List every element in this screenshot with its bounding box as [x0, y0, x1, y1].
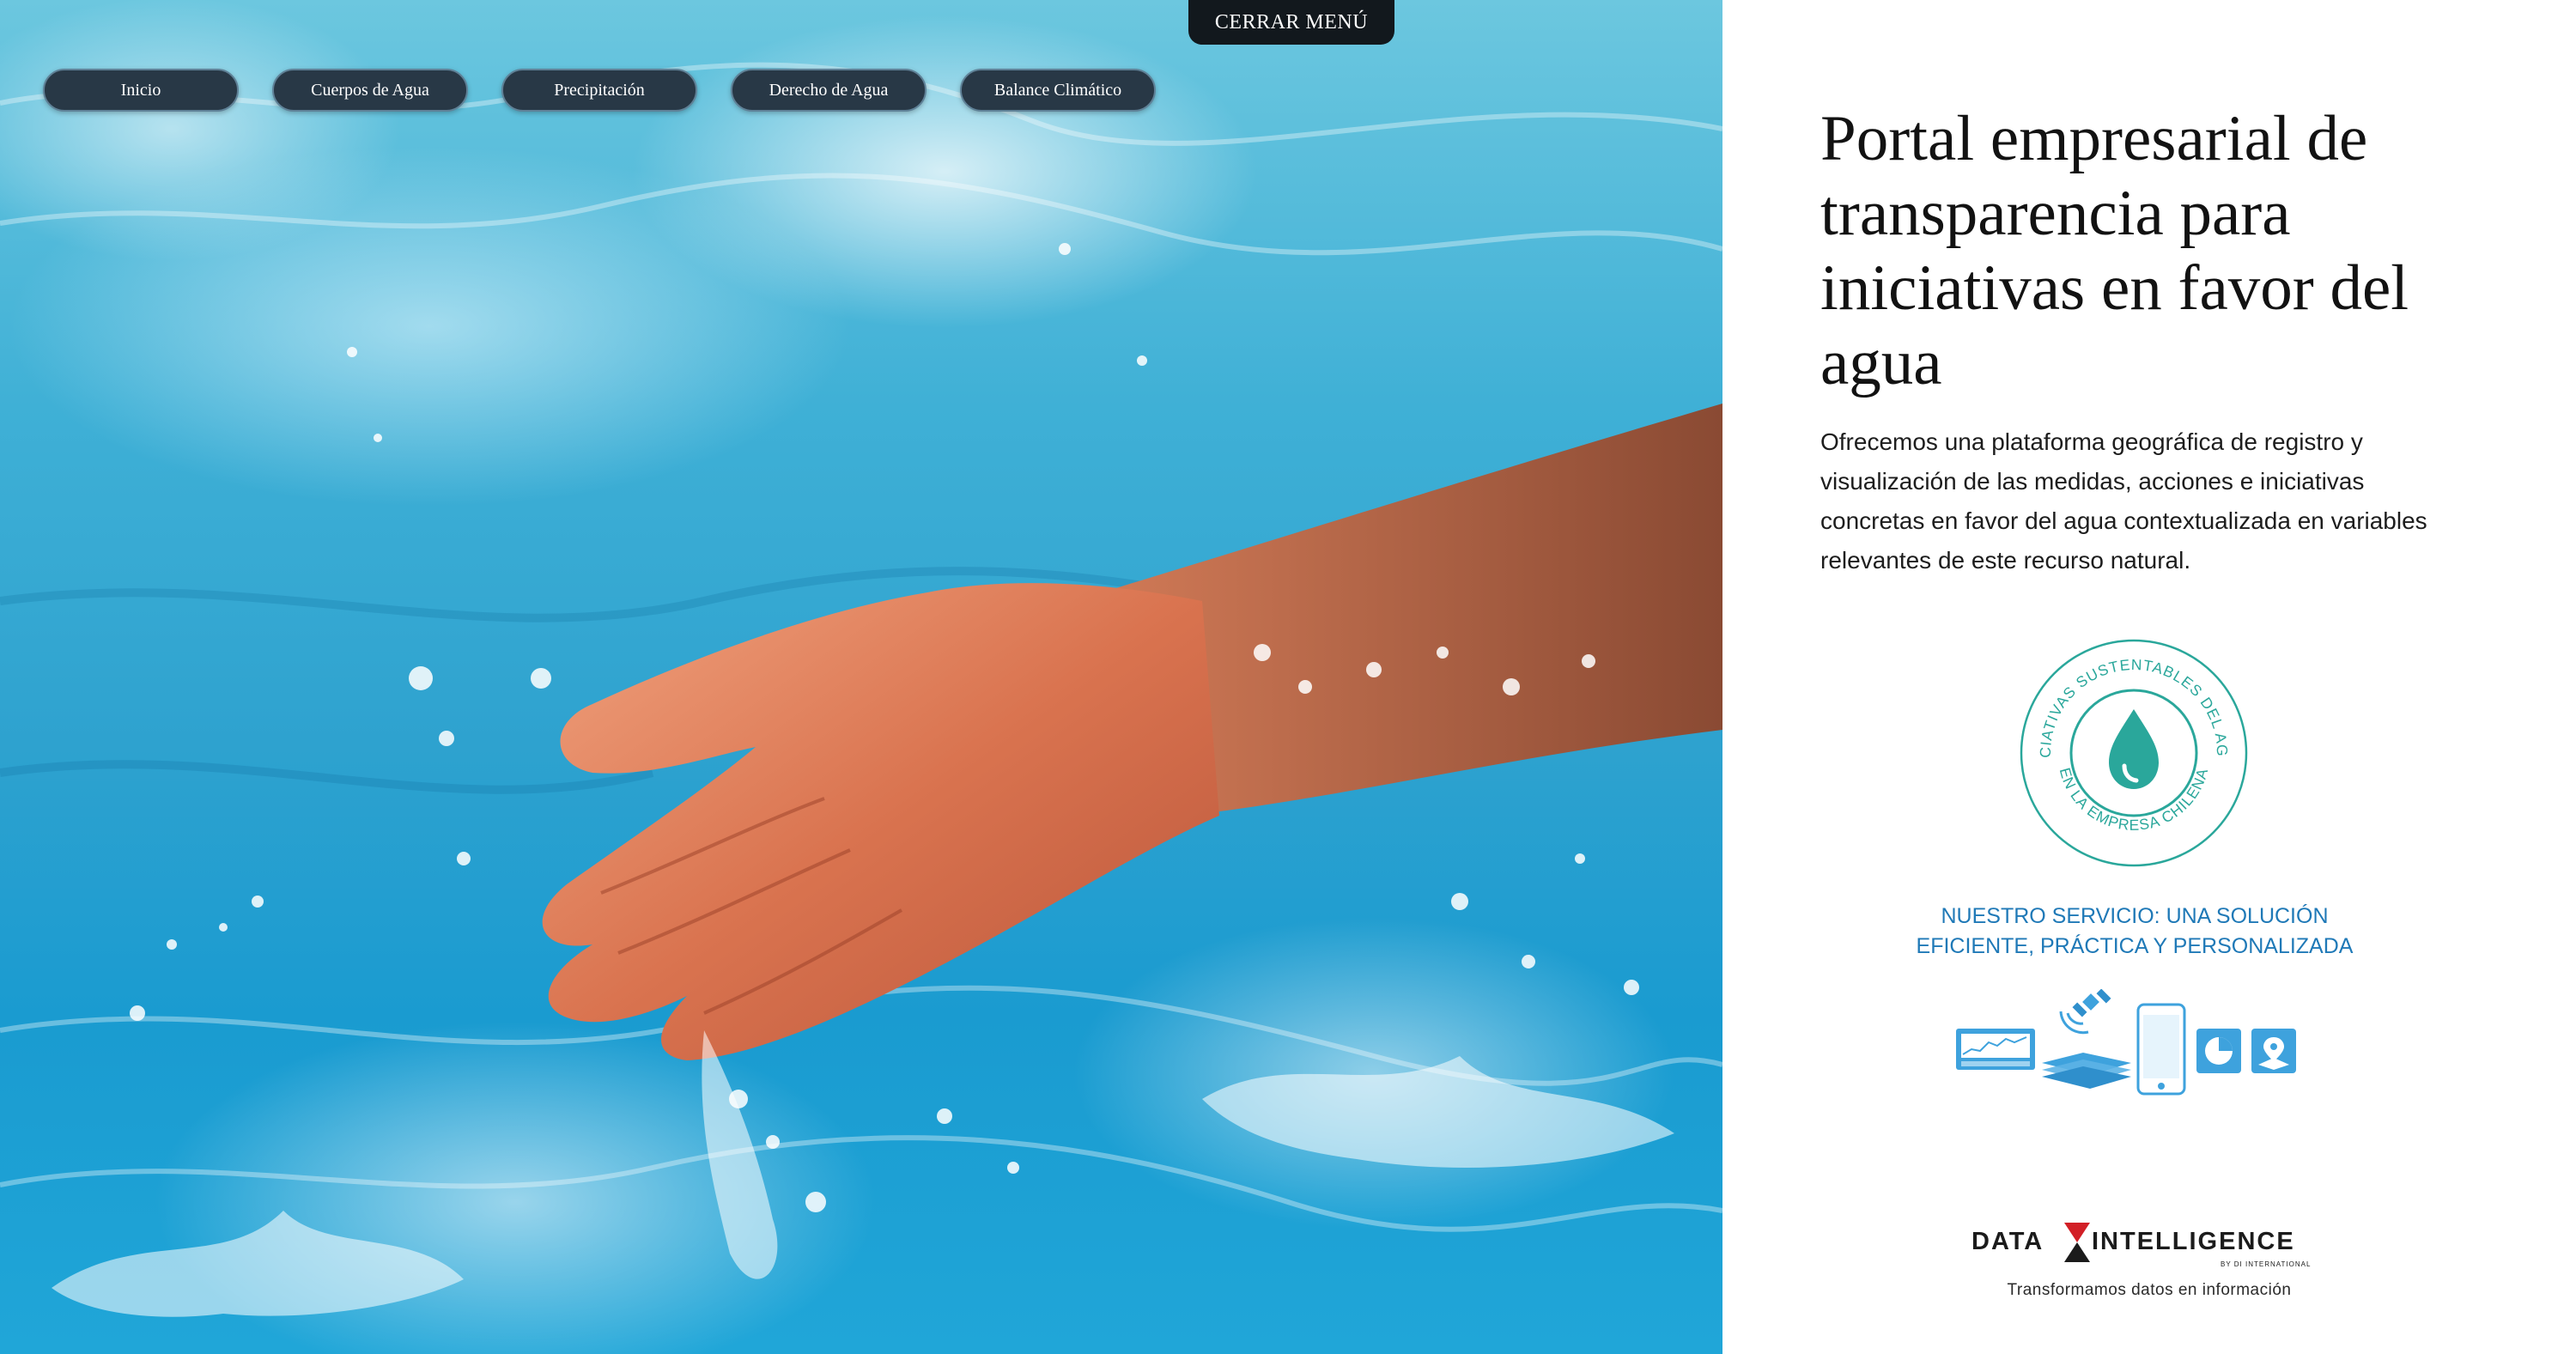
- nav-item-cuerpos-de-agua[interactable]: Cuerpos de Agua: [272, 69, 468, 112]
- service-heading: NUESTRO SERVICIO: UNA SOLUCIÓN EFICIENTE…: [1860, 902, 2409, 962]
- map-pin-icon: [2251, 1029, 2296, 1073]
- water-drop-icon: [2109, 709, 2159, 789]
- brand-x-mark-icon: [2064, 1223, 2090, 1262]
- sustainable-water-seal: INICIATIVAS SUSTENTABLES DEL AGUA EN LA …: [2018, 637, 2248, 867]
- page-title: Portal empresarial de transparencia para…: [1820, 103, 2409, 398]
- brand-logo: DATA INTELLIGENCE BY DI INTERNATIONAL: [1971, 1223, 2315, 1274]
- nav-item-precipitacion[interactable]: Precipitación: [501, 69, 697, 112]
- layers-icon: [2042, 1053, 2131, 1089]
- brand-tagline: Transformamos datos en información: [2007, 1281, 2292, 1299]
- hand-in-water-photo: [0, 62, 1722, 1317]
- main-nav: Inicio Cuerpos de Agua Precipitación Der…: [43, 69, 1156, 112]
- brand-name-left: DATA: [1971, 1228, 2044, 1255]
- service-line-2: EFICIENTE, PRÁCTICA Y PERSONALIZADA: [1916, 934, 2354, 958]
- brand-byline: BY DI INTERNATIONAL: [2221, 1260, 2312, 1268]
- dashboard-icon: [1956, 1029, 2035, 1070]
- pie-chart-icon: [2196, 1029, 2241, 1073]
- nav-item-inicio[interactable]: Inicio: [43, 69, 239, 112]
- hero-image: [0, 0, 1722, 1354]
- nav-item-balance-climatico[interactable]: Balance Climático: [960, 69, 1156, 112]
- info-panel: Portal empresarial de transparencia para…: [1722, 0, 2576, 1354]
- service-icons: [1956, 989, 2296, 1096]
- nav-item-derecho-de-agua[interactable]: Derecho de Agua: [731, 69, 927, 112]
- page-description: Ofrecemos una plataforma geográfica de r…: [1820, 428, 2427, 574]
- brand-name-right: INTELLIGENCE: [2092, 1228, 2295, 1255]
- close-menu-button[interactable]: CERRAR MENÚ: [1188, 0, 1394, 45]
- smartphone-icon: [2136, 1003, 2186, 1096]
- satellite-icon: [2059, 989, 2111, 1035]
- service-line-1: NUESTRO SERVICIO: UNA SOLUCIÓN: [1941, 904, 2329, 928]
